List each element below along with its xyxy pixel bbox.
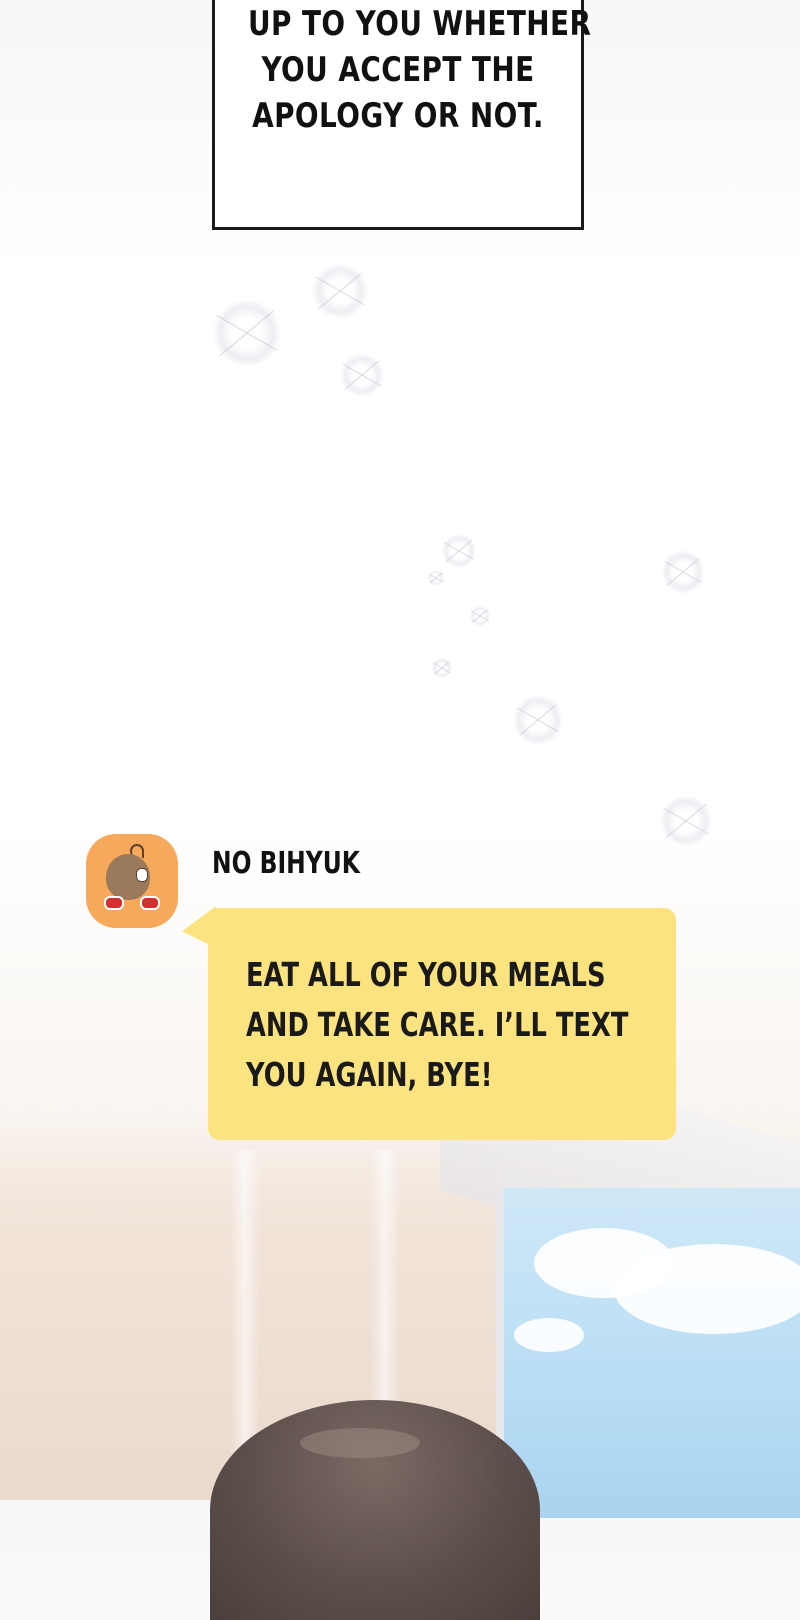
sparkle-icon (660, 796, 712, 846)
narration-line: UP TO YOU WHETHER (247, 4, 592, 44)
sparkle-icon (212, 300, 282, 366)
sparkle-icon (470, 606, 490, 626)
sparkle-icon (312, 264, 368, 318)
narration-box: UP TO YOU WHETHER YOU ACCEPT THE APOLOGY… (212, 0, 592, 230)
hair-highlight (300, 1428, 420, 1458)
sparkle-icon (442, 534, 476, 568)
sparkle-icon (428, 570, 444, 586)
message-line: YOU AGAIN, BYE! (246, 1055, 493, 1094)
shoe-icon (140, 896, 160, 910)
shoe-icon (104, 896, 124, 910)
message-bubble: EAT ALL OF YOUR MEALS AND TAKE CARE. I’L… (208, 908, 676, 1140)
narration-text: UP TO YOU WHETHER YOU ACCEPT THE APOLOGY… (247, 1, 592, 139)
sparkle-icon (432, 658, 452, 678)
message-text: EAT ALL OF YOUR MEALS AND TAKE CARE. I’L… (246, 950, 628, 1100)
narration-line: APOLOGY OR NOT. (252, 96, 544, 136)
sender-name: NO BIHYUK (212, 846, 360, 881)
sparkle-icon (662, 550, 704, 594)
window (496, 1188, 800, 1518)
message-line: AND TAKE CARE. I’LL TEXT (246, 1005, 629, 1044)
sparkle-icon (514, 694, 562, 746)
comic-panel: UP TO YOU WHETHER YOU ACCEPT THE APOLOGY… (0, 0, 800, 1620)
avatar (86, 834, 178, 928)
message-line: EAT ALL OF YOUR MEALS (246, 955, 606, 994)
narration-line: YOU ACCEPT THE (261, 50, 535, 90)
cloud (614, 1244, 800, 1334)
cloud (514, 1318, 584, 1352)
bunny-badge-icon (136, 868, 148, 882)
sparkle-icon (340, 354, 384, 396)
